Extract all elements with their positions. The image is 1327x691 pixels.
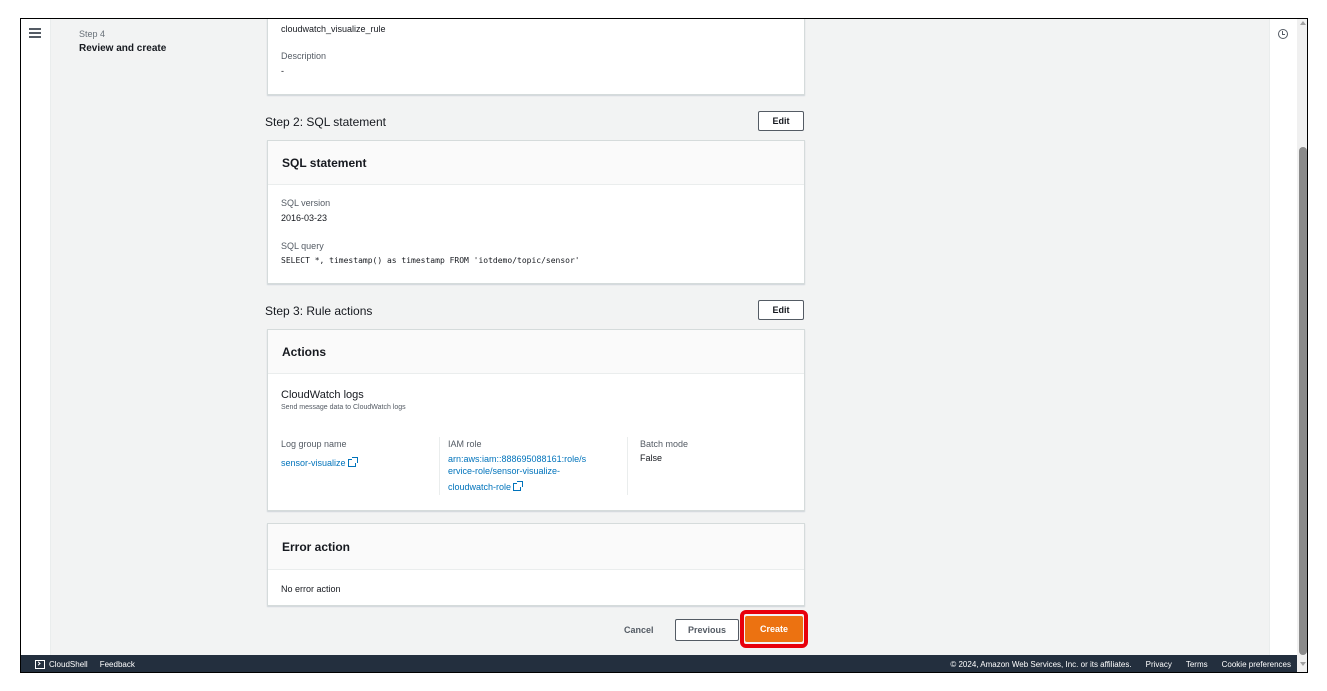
log-group-label: Log group name xyxy=(281,439,347,449)
description-value: - xyxy=(281,66,284,76)
sql-card-title: SQL statement xyxy=(282,155,367,170)
iam-role-line2[interactable]: ervice-role/sensor-visualize- xyxy=(448,465,618,477)
log-group-link[interactable]: sensor-visualize xyxy=(281,453,358,471)
step3-edit-button[interactable]: Edit xyxy=(758,300,804,320)
description-label: Description xyxy=(281,51,327,61)
iam-role-link[interactable]: arn:aws:iam::888695088161:role/s ervice-… xyxy=(448,453,618,495)
scroll-up-arrow-icon[interactable] xyxy=(1300,21,1306,25)
error-action-value: No error action xyxy=(281,584,341,594)
scroll-down-arrow-icon[interactable] xyxy=(1300,662,1306,666)
rule-name-value: cloudwatch_visualize_rule xyxy=(281,24,386,34)
right-rail xyxy=(1269,19,1297,655)
terms-link[interactable]: Terms xyxy=(1186,660,1208,669)
scroll-thumb[interactable] xyxy=(1299,147,1307,655)
cloudshell-icon[interactable] xyxy=(35,660,45,669)
sql-statement-card: SQL statement SQL version 2016-03-23 SQL… xyxy=(267,140,805,284)
column-divider xyxy=(627,437,628,495)
external-link-icon xyxy=(347,457,358,467)
step2-title: Step 2: SQL statement xyxy=(265,115,386,129)
sql-version-label: SQL version xyxy=(281,198,331,208)
sql-card-header: SQL statement xyxy=(268,141,804,185)
step-title[interactable]: Review and create xyxy=(79,43,229,54)
rule-properties-card: cloudwatch_visualize_rule Description - xyxy=(267,19,805,95)
step-number: Step 4 xyxy=(79,29,106,39)
clock-icon[interactable] xyxy=(1278,29,1288,39)
log-group-value[interactable]: sensor-visualize xyxy=(281,458,346,468)
step3-title: Step 3: Rule actions xyxy=(265,304,373,318)
cancel-button[interactable]: Cancel xyxy=(624,625,654,635)
feedback-link[interactable]: Feedback xyxy=(100,660,135,669)
scrollbar[interactable] xyxy=(1297,19,1307,672)
error-card-title: Error action xyxy=(282,539,351,554)
error-card-header: Error action xyxy=(268,524,804,570)
action-description: Send message data to CloudWatch logs xyxy=(281,404,406,411)
sql-query-value: SELECT *, timestamp() as timestamp FROM … xyxy=(281,256,580,265)
step2-edit-button[interactable]: Edit xyxy=(758,111,804,131)
privacy-link[interactable]: Privacy xyxy=(1146,660,1172,669)
iam-role-line3[interactable]: cloudwatch-role xyxy=(448,482,511,492)
actions-card: Actions CloudWatch logs Send message dat… xyxy=(267,329,805,511)
previous-button[interactable]: Previous xyxy=(675,619,739,641)
cloudshell-link[interactable]: CloudShell xyxy=(49,660,88,669)
left-rail xyxy=(21,19,51,655)
iam-role-label: IAM role xyxy=(448,439,482,449)
batch-mode-label: Batch mode xyxy=(640,439,689,449)
action-name: CloudWatch logs xyxy=(281,389,364,401)
sql-version-value: 2016-03-23 xyxy=(281,213,328,223)
actions-card-title: Actions xyxy=(282,344,327,359)
actions-card-header: Actions xyxy=(268,330,804,374)
cookie-preferences-link[interactable]: Cookie preferences xyxy=(1222,660,1291,669)
console-footer: CloudShell Feedback © 2024, Amazon Web S… xyxy=(21,655,1297,672)
sql-query-label: SQL query xyxy=(281,241,324,251)
footer-right: © 2024, Amazon Web Services, Inc. or its… xyxy=(950,655,1291,672)
iam-role-line1[interactable]: arn:aws:iam::888695088161:role/s xyxy=(448,453,618,465)
menu-icon[interactable] xyxy=(29,28,41,38)
console-frame: Step 4 Review and create cloudwatch_visu… xyxy=(20,18,1308,673)
column-divider xyxy=(439,437,440,495)
batch-mode-value: False xyxy=(640,453,663,463)
copyright-text: © 2024, Amazon Web Services, Inc. or its… xyxy=(950,660,1132,669)
step-navigation: Step 4 Review and create xyxy=(79,29,229,54)
error-action-card: Error action No error action xyxy=(267,523,805,606)
external-link-icon xyxy=(513,481,524,491)
create-button[interactable]: Create xyxy=(745,616,803,642)
